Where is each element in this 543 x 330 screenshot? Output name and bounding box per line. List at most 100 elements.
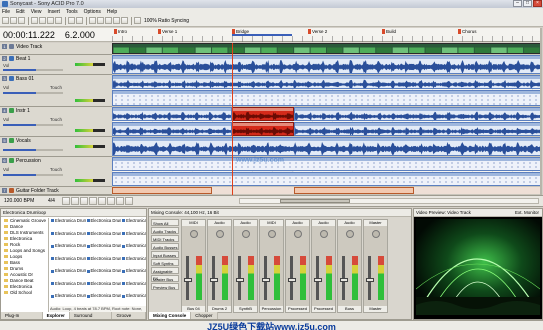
assignable-fx-button[interactable]: Assignable FX <box>151 267 179 281</box>
audio-tracks-button[interactable]: Audio Tracks <box>151 227 179 234</box>
tab-chopper[interactable]: Chopper <box>191 312 218 319</box>
file-item[interactable]: Electronica <box>121 281 146 287</box>
file-item[interactable]: Electronica Drumloop 04.wav <box>50 256 86 262</box>
channel-strip[interactable]: Audio Processed G <box>311 219 336 313</box>
scroll-thumb[interactable] <box>280 199 350 203</box>
file-item[interactable]: Electronica <box>121 218 146 224</box>
pan-knob[interactable] <box>268 230 276 238</box>
midi-event[interactable] <box>112 157 541 171</box>
paste-icon[interactable] <box>47 17 54 24</box>
track-header-video[interactable]: 1 Video Track <box>0 43 112 55</box>
menu-help[interactable]: Help <box>107 9 117 15</box>
file-item[interactable]: Electronica Drumloop 14.wav <box>86 293 122 299</box>
fader-handle[interactable] <box>314 278 322 282</box>
channel-strip[interactable]: Audio Buss <box>337 219 362 313</box>
track-header-beat1[interactable]: 2 Beat 1 Vol <box>0 55 112 75</box>
file-item[interactable]: Electronica Drumloop 12.wav <box>86 268 122 274</box>
playhead-cursor[interactable] <box>232 43 233 195</box>
fader-handle[interactable] <box>262 278 270 282</box>
folder-event[interactable] <box>112 187 212 194</box>
file-item[interactable]: Electronica Drumloop 01.wav <box>50 218 86 224</box>
audio-event[interactable] <box>112 137 541 156</box>
selected-audio-event[interactable] <box>232 122 294 136</box>
channel-strip[interactable]: Audio Drums 2 <box>207 219 232 313</box>
midi-event[interactable] <box>112 90 541 106</box>
pan-knob[interactable] <box>320 230 328 238</box>
audio-event[interactable] <box>294 107 541 121</box>
play-from-start-icon[interactable] <box>80 197 88 205</box>
record-icon[interactable] <box>62 197 70 205</box>
horizontal-scrollbar[interactable] <box>239 198 539 204</box>
pan-knob[interactable] <box>190 230 198 238</box>
menu-options[interactable]: Options <box>84 9 101 15</box>
channel-strip[interactable]: Master Master <box>363 219 388 313</box>
midi-tracks-button[interactable]: MIDI Tracks <box>151 235 179 242</box>
envelope-tool-icon[interactable] <box>105 17 112 24</box>
draw-tool-icon[interactable] <box>89 17 96 24</box>
ratio-sync-label[interactable]: 100% Ratio Syncing <box>144 18 189 24</box>
file-item[interactable]: Electronica Drumloop 02.wav <box>50 231 86 237</box>
file-item[interactable]: Electronica <box>121 243 146 249</box>
open-icon[interactable] <box>10 17 17 24</box>
fader-handle[interactable] <box>288 278 296 282</box>
selected-audio-event[interactable] <box>232 107 294 121</box>
timeline-ruler[interactable]: Intro Verse 1 Bridge Verse 2 Build Choru… <box>112 28 541 42</box>
pan-knob[interactable] <box>372 230 380 238</box>
track-header-vocals[interactable]: 5 Vocals <box>0 137 112 157</box>
marker-intro[interactable]: Intro <box>114 29 129 34</box>
volume-fader[interactable] <box>3 92 63 94</box>
explorer-path[interactable]: Electronica Drumloop <box>1 209 146 217</box>
go-to-end-icon[interactable] <box>125 197 133 205</box>
menu-tools[interactable]: Tools <box>66 9 78 15</box>
channel-strip[interactable]: MIDI Percussion <box>259 219 284 313</box>
automation-mode[interactable]: Touch <box>50 167 62 172</box>
lane-guitar-folder[interactable] <box>112 187 541 195</box>
go-to-start-icon[interactable] <box>116 197 124 205</box>
loop-icon[interactable] <box>71 197 79 205</box>
tab-surround-panner[interactable]: Surround Panner <box>69 312 113 325</box>
lane-percussion[interactable] <box>112 157 541 187</box>
fader-handle[interactable] <box>340 278 348 282</box>
timeline-area[interactable]: www.jz5u.com <box>112 43 541 195</box>
show-all-button[interactable]: Show All <box>151 219 179 226</box>
track-header-percussion[interactable]: 6 Percussion Vol Touch <box>0 157 112 187</box>
fader-handle[interactable] <box>236 278 244 282</box>
marker-verse-1[interactable]: Verse 1 <box>158 29 179 34</box>
file-item[interactable]: Electronica Drumloop 06.wav <box>50 281 86 287</box>
select-tool-icon[interactable] <box>97 17 104 24</box>
pan-knob[interactable] <box>216 230 224 238</box>
marker-chorus[interactable]: Chorus <box>458 29 479 34</box>
close-icon[interactable]: × <box>533 0 542 7</box>
play-icon[interactable] <box>89 197 97 205</box>
file-item[interactable]: Electronica Drumloop 03.wav <box>50 243 86 249</box>
channel-strip[interactable]: Audio SynthB <box>233 219 258 313</box>
tab-mixing-console[interactable]: Mixing Console <box>149 312 192 319</box>
folder-item[interactable]: Old School <box>1 290 48 296</box>
channel-strip[interactable]: Audio Processed G <box>285 219 310 313</box>
lane-bass[interactable] <box>112 75 541 107</box>
file-item[interactable]: Electronica Drumloop 07.wav <box>50 293 86 299</box>
automation-mode[interactable]: Touch <box>50 117 62 122</box>
file-item[interactable]: Electronica Drumloop 11.wav <box>86 256 122 262</box>
menu-edit[interactable]: Edit <box>16 9 25 15</box>
lane-instr[interactable] <box>112 107 541 137</box>
tab-plugin-manager[interactable]: Plug-In Manager <box>1 312 43 325</box>
menu-file[interactable]: File <box>2 9 10 15</box>
preview-bus-button[interactable]: Preview Bus <box>151 283 179 290</box>
vertical-scrollbar[interactable] <box>540 28 542 195</box>
minimize-icon[interactable]: – <box>513 0 522 7</box>
pause-icon[interactable] <box>98 197 106 205</box>
file-item[interactable]: Electronica Drumloop 09.wav <box>86 231 122 237</box>
audio-busses-button[interactable]: Audio Busses <box>151 243 179 250</box>
cut-icon[interactable] <box>31 17 38 24</box>
input-busses-button[interactable]: Input Busses <box>151 251 179 258</box>
copy-icon[interactable] <box>39 17 46 24</box>
fader-handle[interactable] <box>210 278 218 282</box>
soft-synths-button[interactable]: Soft Synths <box>151 259 179 266</box>
file-item[interactable]: Electronica Drumloop 13.wav <box>86 281 122 287</box>
automation-mode[interactable]: Touch <box>50 85 62 90</box>
file-item[interactable]: Electronica Drumloop 08.wav <box>86 218 122 224</box>
file-item[interactable]: Electronica Drumloop 05.wav <box>50 268 86 274</box>
tab-explorer[interactable]: Explorer <box>42 312 70 319</box>
master-bus-button[interactable]: Master Bus <box>151 275 179 282</box>
